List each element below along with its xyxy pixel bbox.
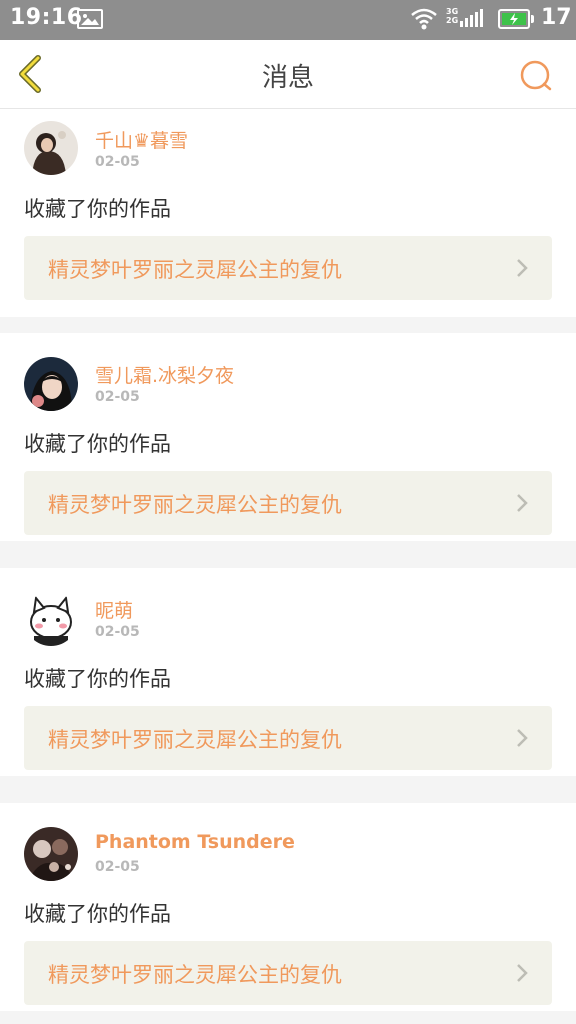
message-date: 02-05 xyxy=(95,389,140,405)
network-type-bottom: 2G xyxy=(446,16,459,25)
work-title: 精灵梦叶罗丽之灵犀公主的复仇 xyxy=(48,493,342,517)
search-icon xyxy=(520,60,552,91)
avatar[interactable] xyxy=(24,592,78,646)
message-item: 千山♛暮雪 02-05 收藏了你的作品 精灵梦叶罗丽之灵犀公主的复仇 xyxy=(0,109,576,317)
work-link[interactable]: 精灵梦叶罗丽之灵犀公主的复仇 xyxy=(24,236,552,300)
status-bar: 19:16 3G 2G 17 xyxy=(0,0,576,40)
signal-icon xyxy=(460,9,483,27)
wifi-icon xyxy=(410,6,438,36)
username[interactable]: Phantom Tsundere xyxy=(95,831,295,853)
page-title: 消息 xyxy=(261,63,314,93)
message-action-text: 收藏了你的作品 xyxy=(24,197,171,221)
message-date: 02-05 xyxy=(95,624,140,640)
avatar[interactable] xyxy=(24,121,78,175)
avatar[interactable] xyxy=(24,827,78,881)
message-date: 02-05 xyxy=(95,154,140,170)
chevron-right-icon xyxy=(517,259,528,277)
work-title: 精灵梦叶罗丽之灵犀公主的复仇 xyxy=(48,963,342,987)
work-link[interactable]: 精灵梦叶罗丽之灵犀公主的复仇 xyxy=(24,706,552,770)
work-title: 精灵梦叶罗丽之灵犀公主的复仇 xyxy=(48,728,342,752)
gallery-icon xyxy=(77,9,103,29)
username[interactable]: 千山♛暮雪 xyxy=(95,126,188,153)
network-type: 3G 2G xyxy=(446,7,458,25)
message-item: 雪儿霜.冰梨夕夜 02-05 收藏了你的作品 精灵梦叶罗丽之灵犀公主的复仇 xyxy=(0,333,576,541)
message-action-text: 收藏了你的作品 xyxy=(24,902,171,926)
battery-icon xyxy=(498,9,534,29)
message-action-text: 收藏了你的作品 xyxy=(24,432,171,456)
status-time: 19:16 xyxy=(10,5,83,30)
header-bar: 消息 xyxy=(0,40,576,109)
battery-level: 17 xyxy=(541,5,572,30)
chevron-right-icon xyxy=(517,494,528,512)
message-action-text: 收藏了你的作品 xyxy=(24,667,171,691)
search-button[interactable] xyxy=(518,58,554,94)
chevron-right-icon xyxy=(517,729,528,747)
work-link[interactable]: 精灵梦叶罗丽之灵犀公主的复仇 xyxy=(24,471,552,535)
message-item: Phantom Tsundere 02-05 收藏了你的作品 精灵梦叶罗丽之灵犀… xyxy=(0,803,576,1011)
work-link[interactable]: 精灵梦叶罗丽之灵犀公主的复仇 xyxy=(24,941,552,1005)
username[interactable]: 昵萌 xyxy=(95,596,133,623)
message-date: 02-05 xyxy=(95,859,140,875)
network-type-top: 3G xyxy=(446,7,459,16)
username[interactable]: 雪儿霜.冰梨夕夜 xyxy=(95,361,234,388)
work-title: 精灵梦叶罗丽之灵犀公主的复仇 xyxy=(48,258,342,282)
message-item: 昵萌 02-05 收藏了你的作品 精灵梦叶罗丽之灵犀公主的复仇 xyxy=(0,568,576,776)
avatar[interactable] xyxy=(24,357,78,411)
chevron-right-icon xyxy=(517,964,528,982)
